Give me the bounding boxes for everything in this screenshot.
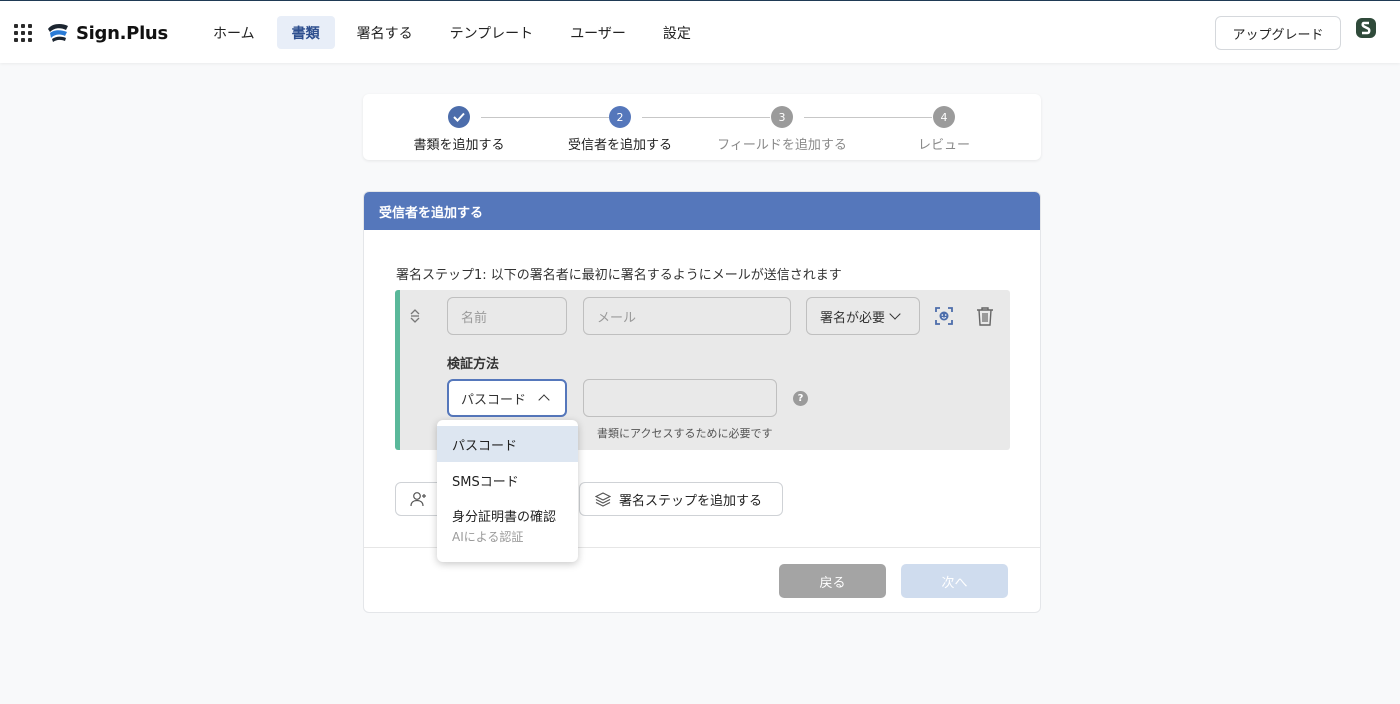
dropdown-option-sms-code[interactable]: SMSコード (437, 470, 578, 490)
logo-text: Sign.Plus (76, 22, 168, 44)
nav-item-home[interactable]: ホーム (198, 16, 270, 49)
passcode-helper-text: 書類にアクセスするために必要です (597, 427, 773, 440)
step-2-circle: 2 (609, 106, 631, 128)
drag-handle-icon[interactable] (408, 308, 422, 324)
step-3-circle: 3 (771, 106, 793, 128)
avatar[interactable] (1355, 17, 1377, 39)
dropdown-option-id-label: 身分証明書の確認 (452, 510, 557, 525)
signing-step-description: 署名ステップ1: 以下の署名者に最初に署名するようにメールが送信されます (396, 268, 842, 283)
chevron-up-icon (538, 394, 550, 406)
signature-requirement-value: 署名が必要 (820, 310, 886, 326)
nav-item-settings[interactable]: 設定 (648, 16, 706, 49)
nav-item-documents[interactable]: 書類 (276, 16, 335, 49)
logo-mark-icon (48, 24, 68, 42)
step-2-label: 受信者を追加する (567, 138, 673, 153)
dropdown-option-id-verification[interactable]: 身分証明書の確認 AIによる認証 (437, 506, 578, 545)
passcode-input[interactable] (583, 379, 777, 417)
main-nav: ホーム 書類 署名する テンプレート ユーザー 設定 (198, 16, 713, 49)
step-connector (481, 117, 609, 118)
verification-method-dropdown: パスコード SMSコード 身分証明書の確認 AIによる認証 (437, 420, 578, 562)
add-person-icon (410, 492, 426, 507)
layers-icon (595, 492, 611, 507)
step-1-label: 書類を追加する (413, 138, 505, 153)
step-4-label: レビュー (917, 138, 971, 153)
step-connector (642, 117, 770, 118)
add-signing-step-label: 署名ステップを追加する (619, 493, 763, 509)
chevron-down-icon (889, 308, 901, 320)
verification-method-label: 検証方法 (447, 357, 500, 372)
nav-item-users[interactable]: ユーザー (555, 16, 641, 49)
dropdown-option-id-sublabel: AIによる認証 (452, 530, 524, 544)
card-title: 受信者を追加する (364, 192, 1040, 230)
progress-stepper: 2 3 4 書類を追加する 受信者を追加する フィールドを追加する レビュー (363, 94, 1041, 160)
signature-requirement-select[interactable]: 署名が必要 (806, 297, 920, 335)
logo[interactable]: Sign.Plus (46, 19, 168, 47)
add-signing-step-button[interactable]: 署名ステップを追加する (579, 482, 783, 516)
step-1-check-icon (448, 106, 470, 128)
next-button[interactable]: 次へ (901, 564, 1008, 598)
verification-method-select[interactable]: パスコード (447, 379, 567, 417)
upgrade-button[interactable]: アップグレード (1215, 16, 1341, 50)
back-button[interactable]: 戻る (779, 564, 886, 598)
face-scan-icon[interactable] (934, 306, 954, 326)
step-4-circle: 4 (933, 106, 955, 128)
name-field[interactable]: 名前 (447, 297, 567, 335)
app-grid-icon[interactable] (14, 24, 32, 42)
trash-icon[interactable] (976, 306, 994, 326)
step-connector (804, 117, 932, 118)
dropdown-option-passcode[interactable]: パスコード (437, 426, 578, 462)
step-3-label: フィールドを追加する (717, 138, 847, 153)
nav-item-templates[interactable]: テンプレート (435, 16, 549, 49)
email-field[interactable]: メール (583, 297, 791, 335)
verification-method-value: パスコード (461, 392, 527, 408)
nav-item-sign[interactable]: 署名する (342, 16, 428, 49)
help-icon[interactable]: ? (793, 391, 808, 406)
top-navigation-bar: Sign.Plus ホーム 書類 署名する テンプレート ユーザー 設定 アップ… (0, 0, 1400, 63)
